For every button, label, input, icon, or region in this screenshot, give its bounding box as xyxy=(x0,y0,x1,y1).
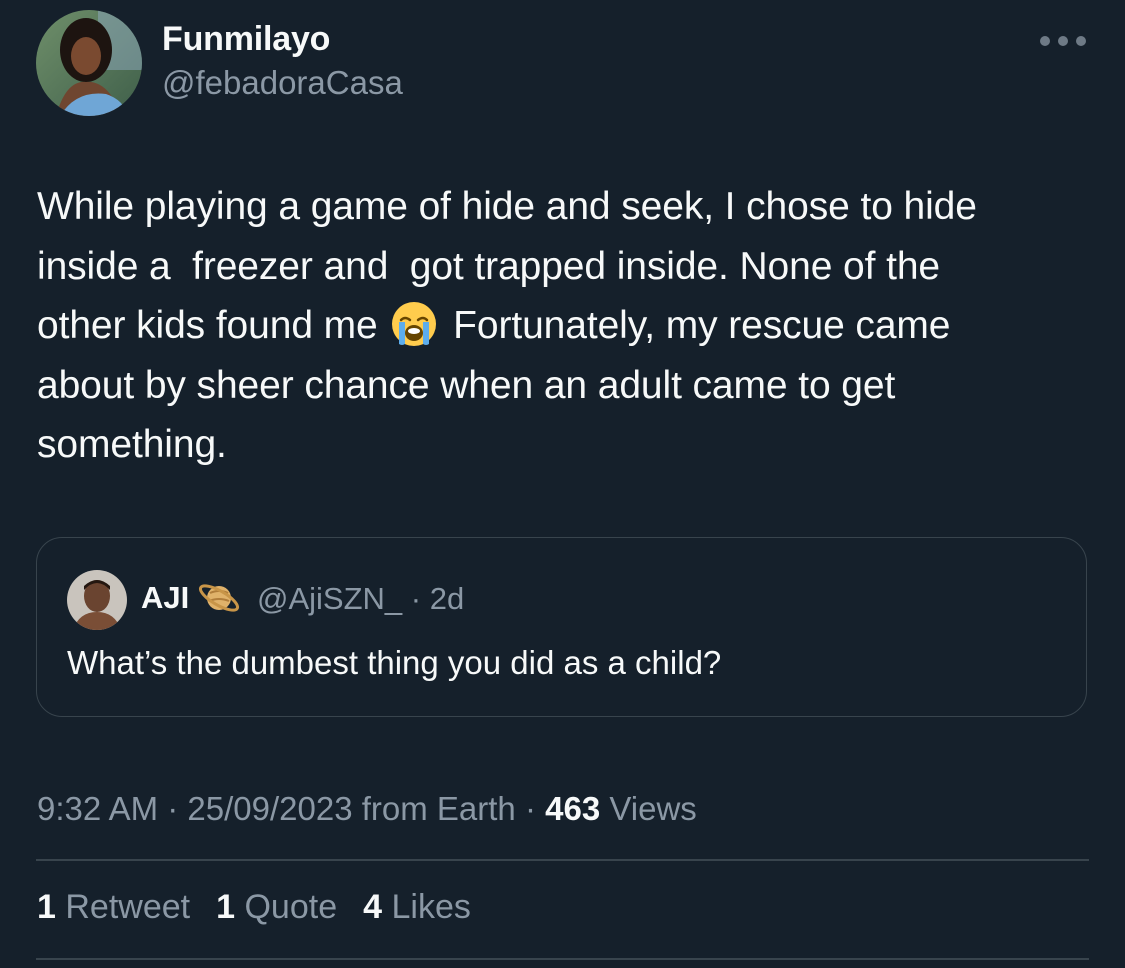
more-dot xyxy=(1076,36,1086,46)
profile-photo xyxy=(36,10,142,116)
saturn-icon xyxy=(197,576,241,620)
likes-label: Likes xyxy=(382,888,471,926)
retweets-label: Retweet xyxy=(55,888,191,926)
quotes-label: Quote xyxy=(235,888,338,926)
tweet-text: While playing a game of hide and seek, I… xyxy=(37,177,1097,475)
quotes-count: 1 xyxy=(216,888,236,926)
quoted-tweet-text: What’s the dumbest thing you did as a ch… xyxy=(67,644,722,681)
quotes-stat[interactable]: 1 Quote xyxy=(216,888,337,927)
quoted-display-name[interactable]: AJI xyxy=(141,580,189,616)
tweet-meta: 9:32 AM · 25/09/2023 from Earth · 463 Vi… xyxy=(37,790,697,828)
quoted-tweet-card[interactable]: AJI @AjiSZN_ · 2d What’s the dumbest thi… xyxy=(36,537,1087,717)
views-label: Views xyxy=(600,790,697,827)
divider xyxy=(36,859,1089,861)
tweet-text-line: other kids found me Fortunately, my resc… xyxy=(37,296,1097,356)
likes-stat[interactable]: 4 Likes xyxy=(363,888,471,927)
tweet-text-segment: Fortunately, my rescue came xyxy=(453,304,951,347)
tweet-text-line: inside a freezer and got trapped inside.… xyxy=(37,244,941,288)
tweet-text-line: While playing a game of hide and seek, I… xyxy=(37,185,977,228)
divider xyxy=(36,958,1089,960)
loudly-crying-face-icon xyxy=(390,300,438,348)
more-dot xyxy=(1040,36,1050,46)
tweet-timestamp[interactable]: 9:32 AM · 25/09/2023 from Earth · xyxy=(37,790,545,827)
tweet-text-line: something. xyxy=(37,423,227,466)
views-count: 463 xyxy=(545,790,601,827)
tweet-text-segment: other kids found me xyxy=(37,304,378,347)
retweets-stat[interactable]: 1 Retweet xyxy=(37,888,190,927)
profile-photo xyxy=(67,570,127,630)
author-avatar[interactable] xyxy=(36,10,142,116)
author-display-name[interactable]: Funmilayo xyxy=(162,20,330,59)
likes-count: 4 xyxy=(363,888,383,926)
quoted-handle-time[interactable]: @AjiSZN_ · 2d xyxy=(257,581,464,617)
more-horizontal-icon[interactable] xyxy=(1040,30,1086,52)
retweets-count: 1 xyxy=(37,888,56,926)
author-handle[interactable]: @febadoraCasa xyxy=(162,64,403,102)
tweet-text-line: about by sheer chance when an adult came… xyxy=(37,363,896,407)
more-dot xyxy=(1058,36,1068,46)
quoted-author-avatar[interactable] xyxy=(67,570,127,630)
tweet-stats: 1 Retweet 1 Quote 4 Likes xyxy=(37,888,471,927)
